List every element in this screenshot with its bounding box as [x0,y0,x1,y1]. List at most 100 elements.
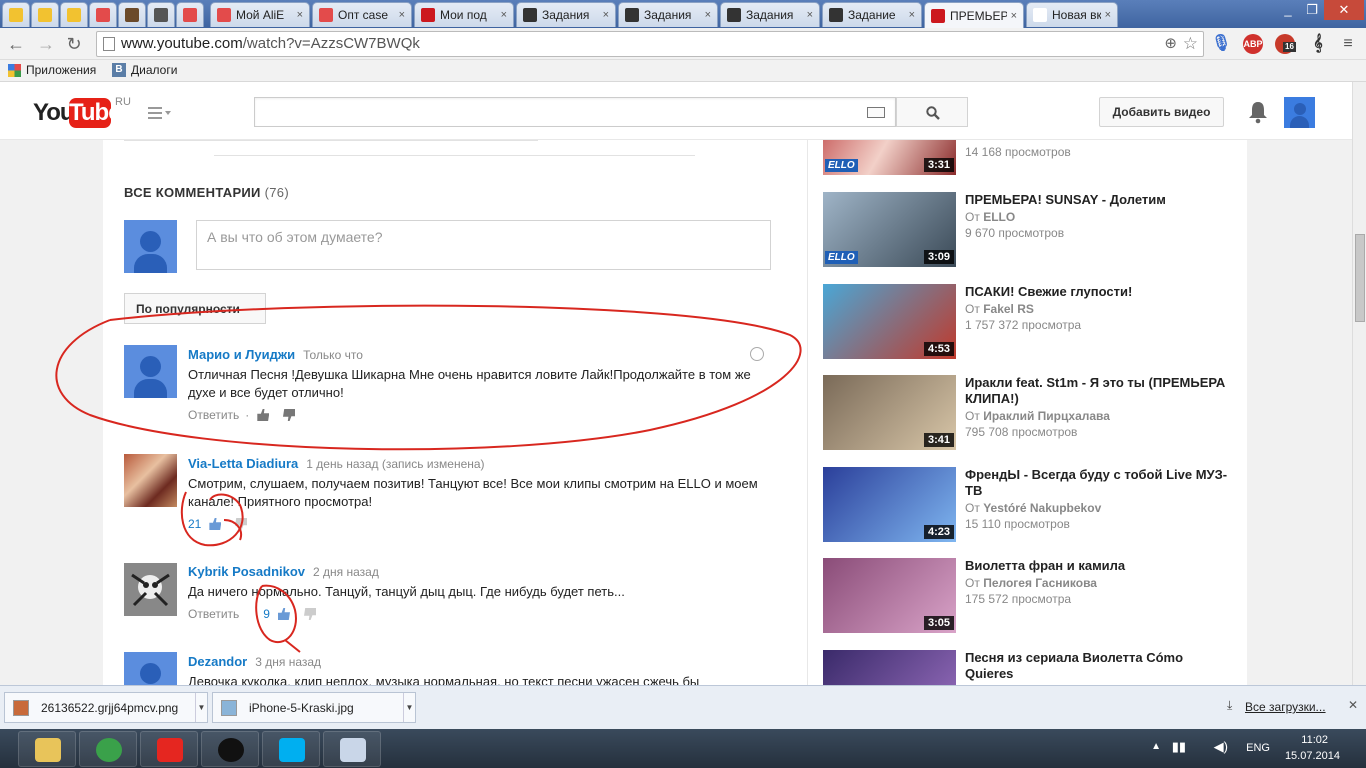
browser-tab[interactable] [2,2,30,27]
all-downloads-link[interactable]: Все загрузки... [1245,700,1326,714]
video-title[interactable]: ПРЕМЬЕРА! SUNSAY - Долетим [965,192,1235,208]
zoom-icon[interactable]: ⊕ [1164,32,1177,56]
comment-author[interactable]: Kybrik Posadnikov [188,564,305,579]
related-video[interactable]: 4:23 ФрендЫ - Всегда буду с тобой Live МУ… [823,466,1243,543]
browser-tab[interactable]: Новая вклад × [1026,2,1118,27]
comment-avatar[interactable] [124,563,177,616]
tab-close-icon[interactable]: × [909,9,915,21]
taskbar-app-explorer[interactable] [18,731,76,767]
star-icon[interactable]: ☆ [1183,32,1198,56]
tab-close-icon[interactable]: × [1011,10,1017,22]
bookmark-dialogs[interactable]: В Диалоги [112,63,177,77]
notifications-bell-icon[interactable] [1247,100,1269,124]
menu-icon[interactable]: ≡ [1338,34,1358,54]
video-title[interactable]: Виолетта фран и камила [965,558,1235,574]
video-thumbnail[interactable]: 4:23 [823,466,956,542]
download-dropdown-icon[interactable]: ▼ [195,693,207,722]
bookmark-apps[interactable]: Приложения [8,63,96,77]
tab-close-icon[interactable]: × [501,9,507,21]
taskbar-app-skype[interactable] [262,731,320,767]
download-item[interactable]: 26136522.grjj64pmcv.png ▼ [4,692,208,723]
close-downloads-icon[interactable]: ✕ [1348,698,1358,712]
video-channel[interactable]: Пелогея Гасникова [983,576,1097,590]
taskbar-app-paint[interactable] [323,731,381,767]
video-channel[interactable]: Fakel RS [983,302,1034,316]
browser-tab[interactable]: Задания × [720,2,820,27]
browser-tab[interactable] [118,2,146,27]
download-item[interactable]: iPhone-5-Kraski.jpg ▼ [212,692,416,723]
browser-tab[interactable]: Мои под × [414,2,514,27]
like-icon[interactable] [277,608,290,620]
browser-tab[interactable]: Мой AliE × [210,2,310,27]
like-icon[interactable] [209,518,222,530]
forward-icon[interactable]: → [36,34,56,54]
video-thumbnail[interactable]: 4:53 [823,283,956,359]
comment-avatar[interactable] [124,345,177,398]
video-title[interactable]: Песня из сериала Виолетта Cómo Quieres [965,650,1235,682]
related-video[interactable]: Песня из сериала Виолетта Cómo Quieres [823,649,1243,685]
scrollbar-thumb[interactable] [1355,234,1365,322]
sort-comments-button[interactable]: По популярности [124,293,266,324]
tab-close-icon[interactable]: × [807,9,813,21]
search-input[interactable] [254,97,896,127]
browser-tab[interactable]: ПРЕМЬЕР × [924,2,1024,28]
comment-author[interactable]: Via-Letta Diadiura [188,456,298,471]
tray-arrow-icon[interactable]: ▲ [1151,741,1161,752]
tab-close-icon[interactable]: × [1105,9,1111,21]
reply-button[interactable]: Ответить [188,408,239,422]
comment-time[interactable]: 1 день назад (запись изменена) [306,457,484,471]
comment-author[interactable]: Dezandor [188,654,247,669]
comment-input[interactable]: А вы что об этом думаете? [196,220,771,270]
comment-author[interactable]: Марио и Луиджи [188,347,295,362]
adblock-plus-icon[interactable]: ABP [1243,34,1263,54]
browser-tab[interactable]: Задание × [822,2,922,27]
extension-icon[interactable]: 16 [1275,34,1296,54]
comment-time[interactable]: Только что [303,348,363,362]
related-video[interactable]: 3:41 Иракли feat. St1m - Я это ты (ПРЕМЬЕ… [823,375,1243,451]
browser-tab[interactable] [60,2,88,27]
address-bar[interactable]: www.youtube.com/watch?v=AzzsCW7BWQk ⊕ ☆ [96,31,1204,57]
account-avatar[interactable] [1284,97,1315,128]
reply-button[interactable]: Ответить [188,607,239,621]
related-video[interactable]: 4:53 ПСАКИ! Свежие глупости! От Fakel RS 1 … [823,283,1243,360]
related-video[interactable]: 3:05 Виолетта фран и камила От Пелогея Гас… [823,558,1243,634]
video-channel[interactable]: Ираклий Пирцхалава [983,409,1110,423]
video-channel[interactable]: ELLO [983,210,1015,224]
dislike-icon[interactable] [304,608,316,620]
video-thumbnail[interactable]: 3:05 [823,558,956,633]
tab-close-icon[interactable]: × [399,9,405,21]
browser-tab[interactable] [89,2,117,27]
comment-time[interactable]: 3 дня назад [255,655,321,669]
clock-time[interactable]: 11:02 [1301,734,1328,746]
search-button[interactable] [896,97,968,127]
guide-menu-icon[interactable] [148,106,172,120]
related-video[interactable]: ELLO 3:09 ПРЕМЬЕРА! SUNSAY - Долетим От ELL… [823,192,1243,268]
microphone-icon[interactable]: 🎙 [1211,34,1231,54]
music-extension-icon[interactable]: 𝄞 [1308,34,1328,54]
video-title[interactable]: ПСАКИ! Свежие глупости! [965,284,1235,300]
network-icon[interactable]: ▮▮ [1172,739,1186,755]
like-icon[interactable] [257,409,270,421]
tab-close-icon[interactable]: × [603,9,609,21]
comment-time[interactable]: 2 дня назад [313,565,379,579]
youtube-logo[interactable]: You Tube RU [33,96,131,128]
video-thumbnail[interactable] [823,649,956,685]
browser-tab[interactable]: Опт case × [312,2,412,27]
back-icon[interactable]: ← [6,34,26,54]
browser-tab[interactable] [176,2,204,27]
close-window-button[interactable]: ✕ [1324,0,1364,20]
tab-close-icon[interactable]: × [297,9,303,21]
clock-date[interactable]: 15.07.2014 [1285,750,1340,762]
dislike-icon[interactable] [283,409,295,421]
maximize-button[interactable]: ❐ [1300,0,1324,20]
browser-tab[interactable]: Задания × [618,2,718,27]
reload-icon[interactable]: ↻ [64,34,84,54]
keyboard-icon[interactable] [867,107,885,118]
dislike-icon[interactable] [235,518,247,530]
video-thumbnail[interactable]: ELLO 3:09 [823,192,956,267]
browser-tab[interactable]: Задания × [516,2,616,27]
comment-menu-icon[interactable] [750,347,764,361]
browser-tab[interactable] [31,2,59,27]
comment-avatar[interactable] [124,652,177,685]
video-title[interactable]: Иракли feat. St1m - Я это ты (ПРЕМЬЕРА К… [965,375,1235,407]
